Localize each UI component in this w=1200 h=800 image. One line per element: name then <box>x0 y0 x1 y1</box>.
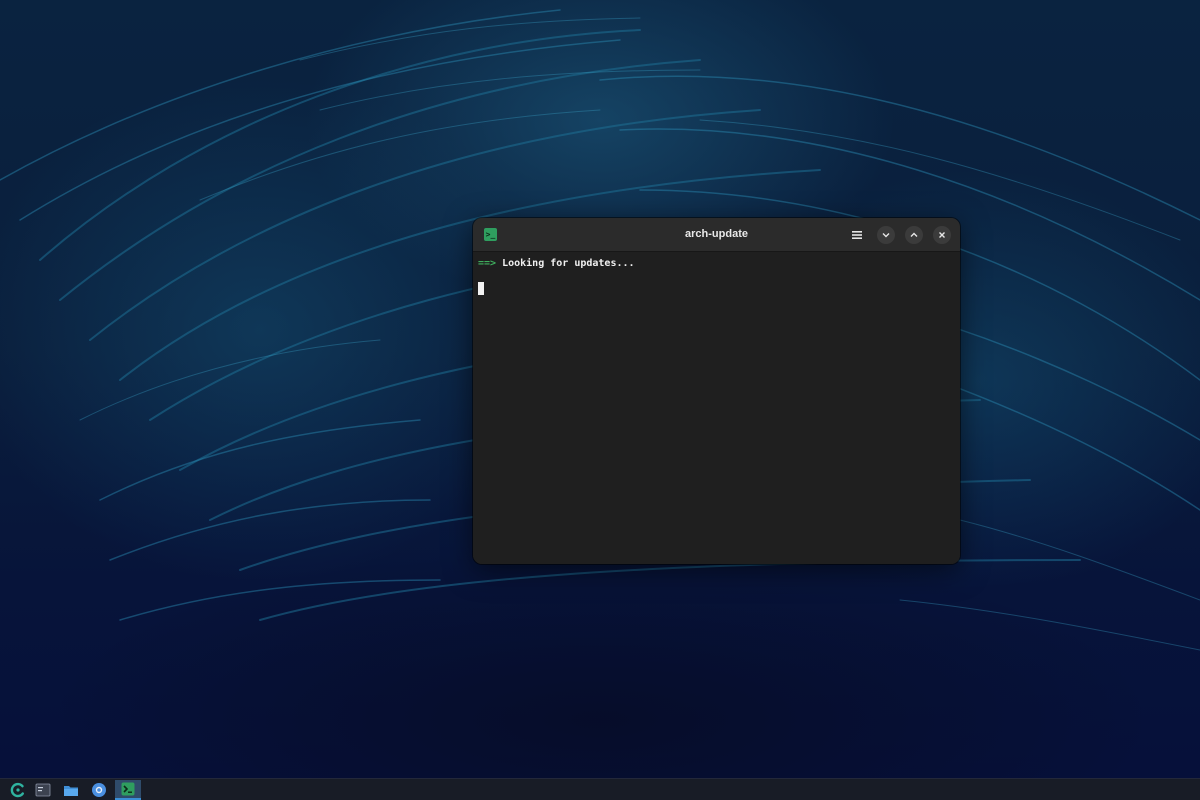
status-message: Looking for updates... <box>496 258 635 269</box>
close-button[interactable] <box>933 226 951 244</box>
launcher-button[interactable] <box>7 780 29 800</box>
terminal-icon: >_ <box>484 228 497 241</box>
chevron-down-icon <box>882 233 890 238</box>
terminal-icon <box>121 782 135 796</box>
text-cursor <box>478 282 484 295</box>
maximize-button[interactable] <box>905 226 923 244</box>
files-button[interactable] <box>60 780 82 800</box>
chevron-up-icon <box>910 232 918 237</box>
terminal-line: ==> Looking for updates... <box>478 258 635 269</box>
terminal-output[interactable]: ==> Looking for updates... <box>473 252 960 564</box>
app-launcher-icon <box>10 782 24 798</box>
browser-icon <box>92 783 106 797</box>
browser-button[interactable] <box>88 780 110 800</box>
taskbar <box>0 778 1200 800</box>
desktop-icon <box>35 783 51 797</box>
window-titlebar[interactable]: >_ arch-update <box>473 218 960 252</box>
show-desktop-button[interactable] <box>32 780 54 800</box>
minimize-button[interactable] <box>877 226 895 244</box>
terminal-window[interactable]: >_ arch-update ==> Looking for updates..… <box>473 218 960 564</box>
prompt-arrow: ==> <box>478 258 497 269</box>
hamburger-menu-icon <box>852 231 862 239</box>
menu-button[interactable] <box>848 226 866 244</box>
folder-icon <box>64 786 78 796</box>
close-icon <box>939 232 945 238</box>
terminal-task-button[interactable] <box>115 780 141 800</box>
